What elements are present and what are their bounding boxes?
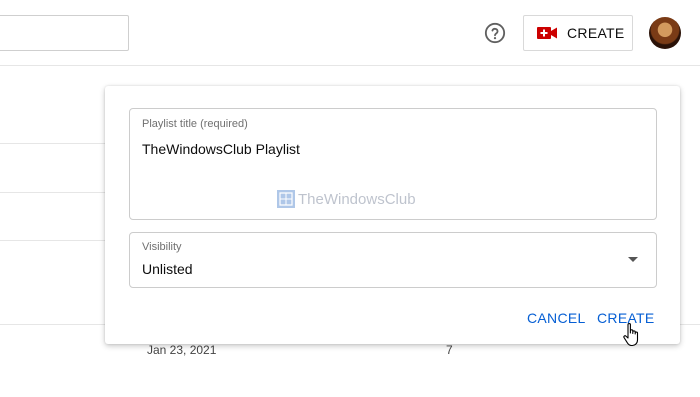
- watermark-text: TheWindowsClub: [298, 190, 416, 208]
- new-playlist-dialog: Playlist title (required) TheWindowsClub…: [105, 86, 680, 344]
- visibility-select[interactable]: Visibility Unlisted: [129, 232, 657, 288]
- row-divider: [0, 143, 110, 144]
- playlist-title-value[interactable]: TheWindowsClub Playlist: [142, 141, 300, 157]
- row-video-count: 7: [446, 343, 453, 357]
- row-divider: [0, 192, 110, 193]
- question-circle-icon[interactable]: [484, 22, 506, 44]
- top-bar: CREATE: [0, 0, 700, 66]
- create-button-label: CREATE: [567, 25, 625, 41]
- avatar[interactable]: [649, 17, 681, 49]
- row-date: Jan 23, 2021: [147, 343, 217, 357]
- playlist-title-label: Playlist title (required): [142, 118, 248, 130]
- visibility-value: Unlisted: [142, 261, 193, 277]
- cancel-button[interactable]: CANCEL: [527, 310, 586, 326]
- watermark: TheWindowsClub: [277, 190, 416, 208]
- windows-club-logo-icon: [277, 190, 295, 208]
- create-button[interactable]: CREATE: [523, 15, 633, 51]
- hand-pointer-cursor-icon: [623, 322, 639, 347]
- row-divider: [0, 240, 110, 241]
- search-input[interactable]: [0, 15, 129, 51]
- video-camera-plus-icon: [537, 27, 557, 39]
- visibility-label: Visibility: [142, 241, 182, 253]
- dropdown-arrow-icon[interactable]: [628, 257, 638, 262]
